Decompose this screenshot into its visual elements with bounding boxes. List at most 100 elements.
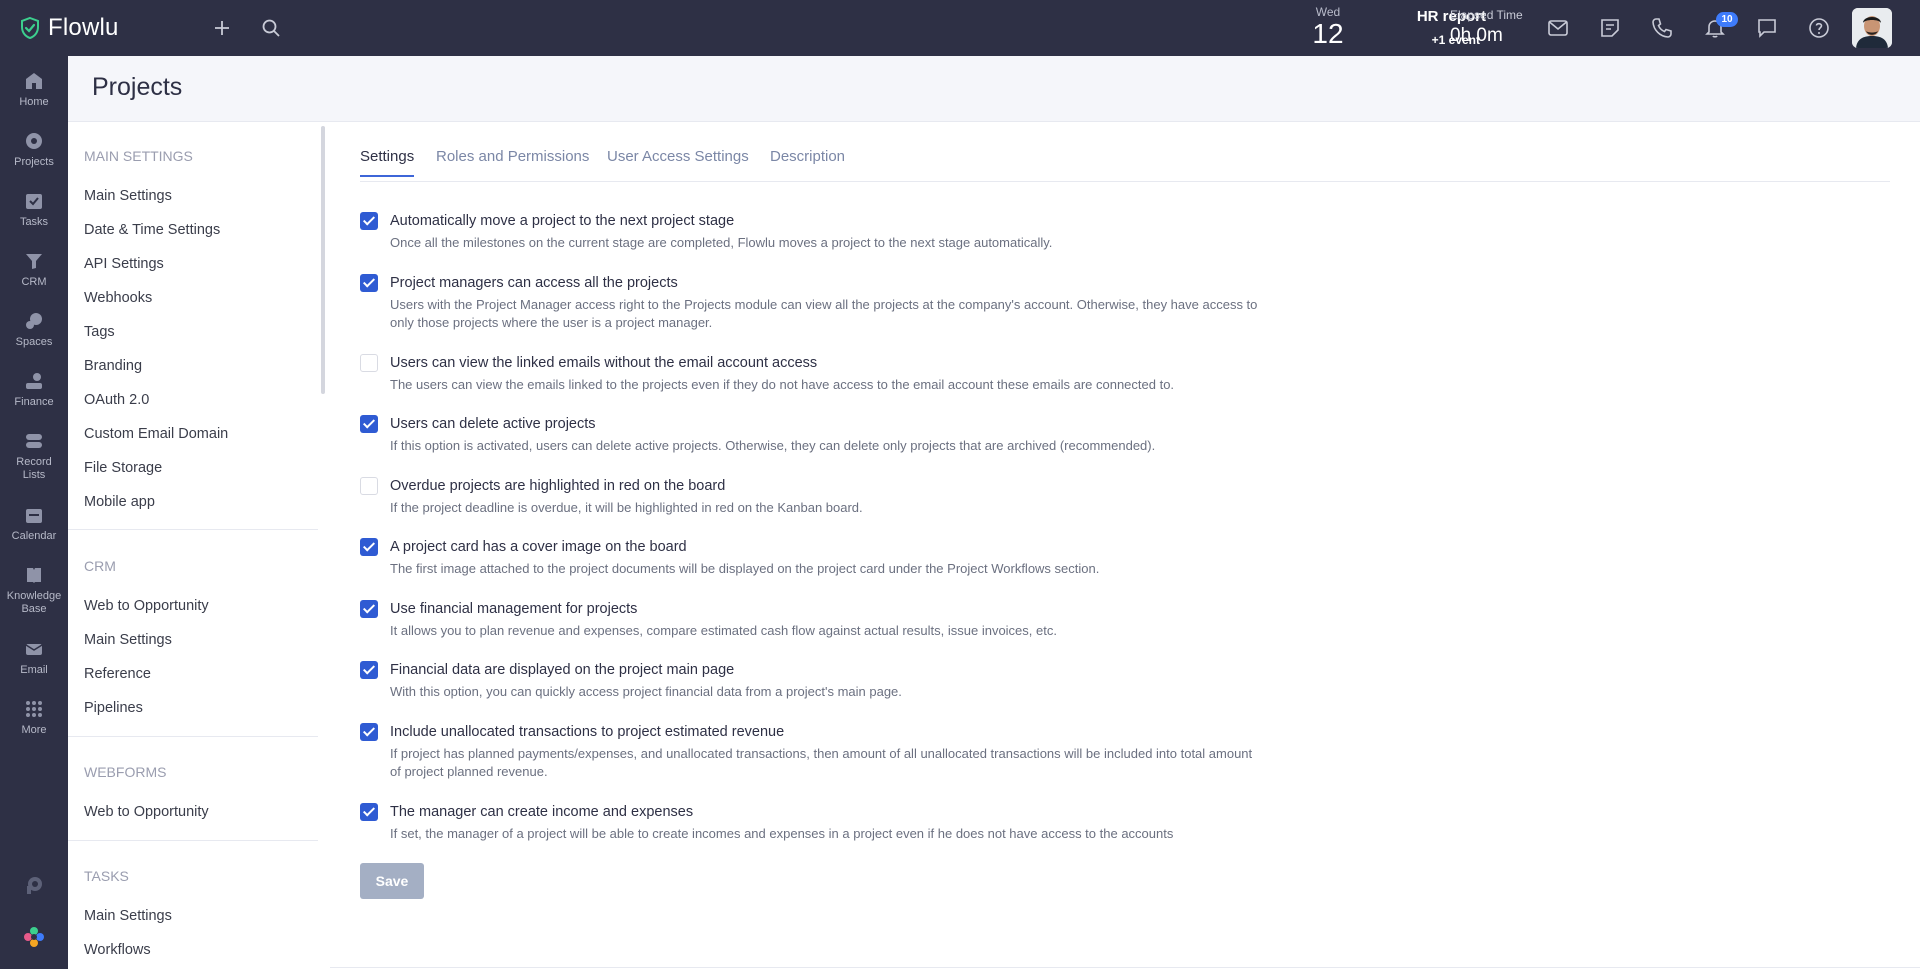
option-description: Once all the milestones on the current s… (390, 235, 1053, 250)
option-title: Financial data are displayed on the proj… (390, 662, 735, 678)
option-description: Users with the Project Manager access ri… (390, 297, 1258, 330)
nav-item-crm-web-to-opportunity[interactable]: Web to Opportunity (84, 598, 209, 614)
nav-item-crm-pipelines[interactable]: Pipelines (84, 700, 143, 716)
tab-settings[interactable]: Settings (360, 148, 415, 177)
nav-section-crm: CRM (84, 558, 116, 574)
settings-sidebar-scrollbar[interactable] (321, 126, 325, 394)
option-title: A project card has a cover image on the … (390, 539, 687, 555)
rail-item-record-lists[interactable]: Record Lists (0, 430, 68, 482)
rail-item-email[interactable]: Email (0, 638, 68, 677)
option-checkbox[interactable] (360, 415, 378, 433)
rail-item-home[interactable]: Home (0, 70, 68, 109)
option-title: Project managers can access all the proj… (390, 275, 678, 291)
option-checkbox[interactable] (360, 538, 378, 556)
nav-item-main-settings[interactable]: Main Settings (84, 188, 172, 204)
rail-item-tasks[interactable]: Tasks (0, 190, 68, 229)
nav-divider (68, 736, 318, 737)
flowlu-logo[interactable]: Flowlu (18, 14, 119, 42)
option-description: With this option, you can quickly access… (390, 684, 902, 699)
notes-icon[interactable] (1598, 16, 1622, 40)
email-icon (25, 644, 43, 655)
rail-label: Record Lists (16, 456, 52, 481)
nav-item-tags[interactable]: Tags (84, 324, 115, 340)
option-description: If project has planned payments/expenses… (390, 746, 1253, 779)
tab-user-access-settings[interactable]: User Access Settings (607, 148, 749, 175)
content-bottom-border (330, 967, 1920, 968)
rail-item-spaces[interactable]: Spaces (0, 310, 68, 349)
option-description: If this option is activated, users can d… (390, 438, 1156, 453)
rail-item-crm[interactable]: CRM (0, 250, 68, 289)
more-icon (26, 701, 42, 717)
user-avatar[interactable] (1852, 8, 1892, 48)
elapsed-value: 0h 0m (1450, 25, 1503, 46)
option-title: Users can view the linked emails without… (390, 355, 818, 371)
rail-item-knowledge-base[interactable]: Knowledge Base (0, 564, 68, 616)
rail-item-more[interactable]: More (0, 698, 68, 737)
option-description: If set, the manager of a project will be… (390, 826, 1174, 841)
settings-flower-icon[interactable] (23, 926, 45, 948)
option-title: Overdue projects are highlighted in red … (390, 478, 726, 494)
crm-icon (26, 254, 42, 269)
elapsed-time[interactable]: Elapsed Time 0h 0m (1450, 8, 1560, 50)
option-checkbox[interactable] (360, 661, 378, 679)
nav-item-date-time-settings[interactable]: Date & Time Settings (84, 222, 220, 238)
rail-label: Email (20, 664, 48, 676)
option-description: If the project deadline is overdue, it w… (390, 500, 863, 515)
option-checkbox[interactable] (360, 354, 378, 372)
nav-item-file-storage[interactable]: File Storage (84, 460, 162, 476)
nav-item-tasks-main-settings[interactable]: Main Settings (84, 908, 172, 924)
option-description: The first image attached to the project … (390, 561, 1100, 576)
rail-label: Finance (14, 396, 54, 408)
top-bar: Flowlu Wed 12 HR report +1 event Elapsed… (0, 0, 1920, 56)
mail-icon[interactable] (1546, 16, 1570, 40)
flowlu-mark-icon[interactable] (23, 874, 45, 896)
notification-count-badge: 10 (1716, 12, 1738, 27)
tab-roles-and-permissions[interactable]: Roles and Permissions (436, 148, 589, 175)
add-icon[interactable] (210, 16, 234, 40)
knowledge-base-icon (27, 568, 41, 583)
option-checkbox[interactable] (360, 803, 378, 821)
rail-label: Knowledge Base (6, 590, 62, 615)
rail-item-projects[interactable]: Projects (0, 130, 68, 169)
nav-item-crm-main-settings[interactable]: Main Settings (84, 632, 172, 648)
phone-icon[interactable] (1650, 16, 1674, 40)
settings-tabs: Settings Roles and Permissions User Acce… (360, 148, 1890, 182)
search-icon[interactable] (259, 16, 283, 40)
option-title: Users can delete active projects (390, 416, 596, 432)
nav-item-mobile-app[interactable]: Mobile app (84, 494, 155, 510)
app-name: Flowlu (48, 14, 119, 41)
option-title: The manager can create income and expens… (390, 804, 694, 820)
nav-item-crm-reference[interactable]: Reference (84, 666, 151, 682)
nav-item-custom-email-domain[interactable]: Custom Email Domain (84, 426, 228, 442)
tasks-icon (26, 194, 42, 209)
logo-check-icon (21, 16, 39, 40)
option-checkbox[interactable] (360, 477, 378, 495)
nav-item-tasks-workflows[interactable]: Workflows (84, 942, 151, 958)
date-day: 12 (1312, 18, 1344, 49)
rail-label: Calendar (11, 530, 57, 542)
record-lists-icon (26, 434, 42, 448)
rail-item-calendar[interactable]: Calendar (0, 504, 68, 543)
chat-icon[interactable] (1755, 16, 1779, 40)
rail-item-finance[interactable]: Finance (0, 370, 68, 409)
nav-item-webhooks[interactable]: Webhooks (84, 290, 152, 306)
page-header: Projects (68, 56, 1920, 122)
finance-icon (26, 373, 42, 389)
elapsed-label: Elapsed Time (1450, 8, 1523, 22)
nav-item-oauth[interactable]: OAuth 2.0 (84, 392, 149, 408)
save-button[interactable]: Save (360, 863, 424, 899)
help-icon[interactable] (1807, 16, 1831, 40)
tab-description[interactable]: Description (770, 148, 845, 175)
option-checkbox[interactable] (360, 274, 378, 292)
option-checkbox[interactable] (360, 723, 378, 741)
option-title: Use financial management for projects (390, 601, 638, 617)
calendar-date[interactable]: Wed 12 (1306, 5, 1350, 49)
nav-divider (68, 840, 318, 841)
rail-label: Spaces (15, 336, 53, 348)
nav-item-branding[interactable]: Branding (84, 358, 142, 374)
nav-item-webforms-web-to-opportunity[interactable]: Web to Opportunity (84, 804, 209, 820)
app-navigation-rail: Home Projects Tasks CRM Spaces Finance R… (0, 56, 68, 969)
option-checkbox[interactable] (360, 212, 378, 230)
nav-item-api-settings[interactable]: API Settings (84, 256, 164, 272)
option-checkbox[interactable] (360, 600, 378, 618)
